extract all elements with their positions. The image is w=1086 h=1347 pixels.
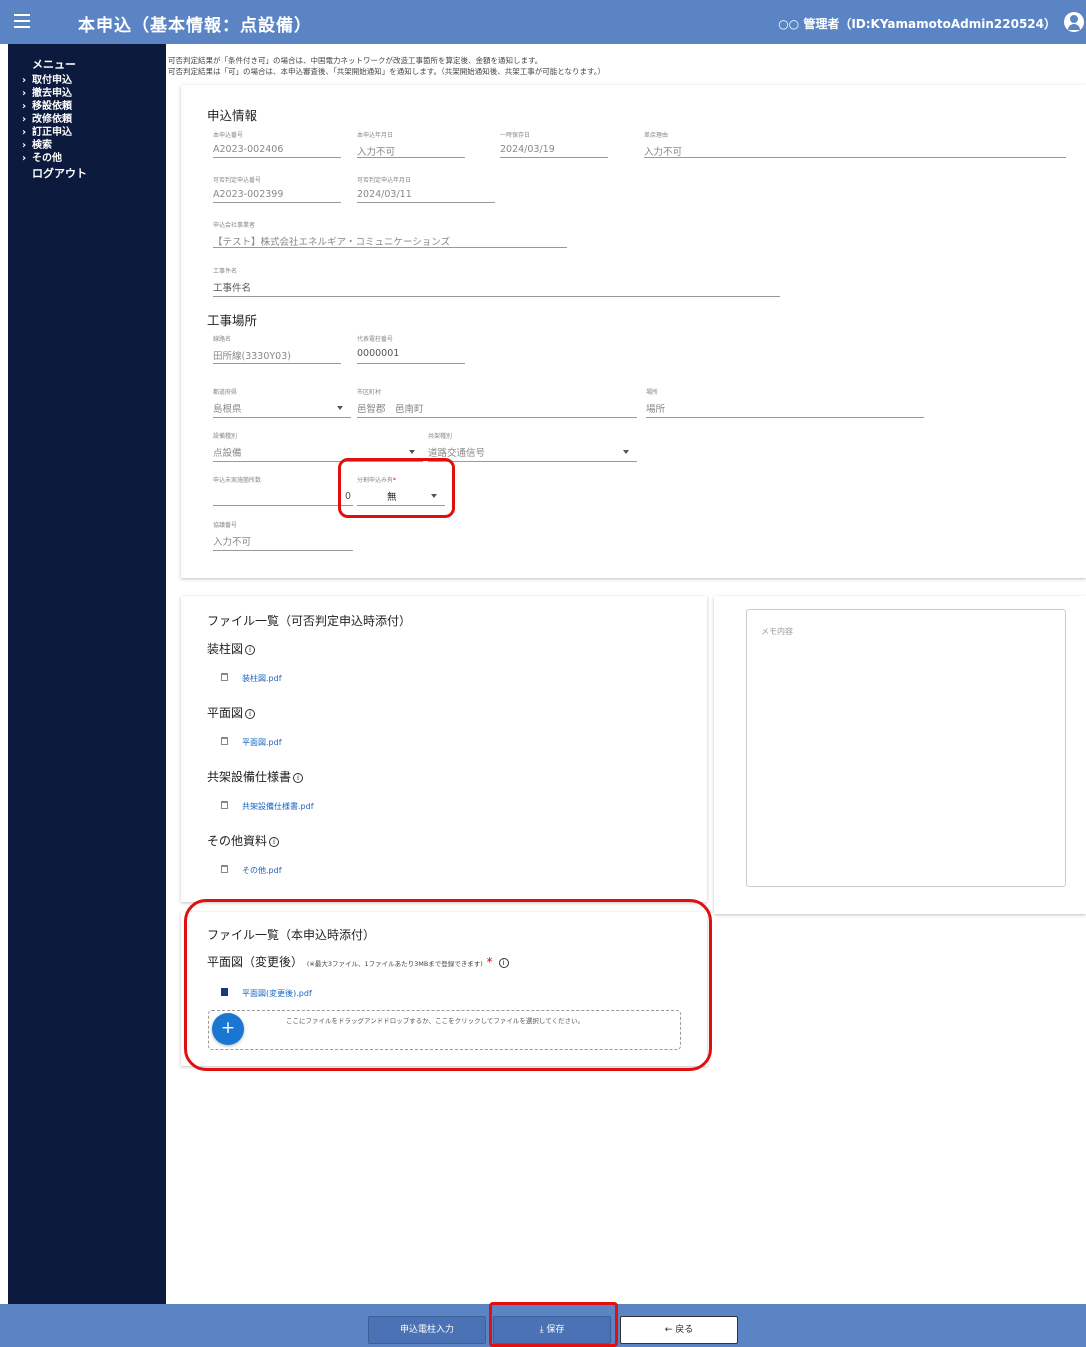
sidebar-title: メニュー xyxy=(32,58,76,71)
chevron-right-icon: › xyxy=(22,127,27,138)
app-date-field: 本申込年月日 入力不可 xyxy=(357,130,465,158)
save-button[interactable]: ⤓ 保存 xyxy=(493,1316,611,1344)
info-icon[interactable]: i xyxy=(293,772,304,783)
file-category-pole-diagram: 装柱図 i xyxy=(207,640,256,657)
files-judge-heading: ファイル一覧（可否判定申込時添付） xyxy=(207,614,412,628)
file-link-plan-changed[interactable]: 平面図(変更後).pdf xyxy=(242,988,312,999)
city-field: 市区町村 邑智郡 邑南町 xyxy=(357,387,637,418)
info-icon[interactable]: i xyxy=(245,644,256,655)
trash-icon[interactable] xyxy=(221,673,228,681)
file-category-other: その他資料 i xyxy=(207,832,280,849)
trash-icon[interactable] xyxy=(221,988,228,996)
chevron-right-icon: › xyxy=(22,140,27,151)
pole-input-button[interactable]: 申込電柱入力 xyxy=(368,1316,486,1344)
application-section-title: 申込情報 xyxy=(207,108,258,123)
sidebar-item-removal[interactable]: › 撤去申込 xyxy=(22,87,166,100)
memo-textarea[interactable]: メモ内容 xyxy=(746,609,1066,887)
location-section-title: 工事場所 xyxy=(207,313,258,328)
judge-date-field: 可否判定申込年月日 2024/03/11 xyxy=(357,175,495,203)
menu-icon[interactable] xyxy=(14,14,30,28)
place-field[interactable]: 場所 場所 xyxy=(646,387,924,418)
notice-approved: 可否判定結果は「可」の場合は、本申込審査後、「共架開始通知」を通知します。（共架… xyxy=(168,67,606,76)
trash-icon[interactable] xyxy=(221,801,228,809)
chevron-right-icon: › xyxy=(22,88,27,99)
logout-link[interactable]: ログアウト xyxy=(22,165,166,181)
sidebar-item-repair[interactable]: › 改修依頼 xyxy=(22,113,166,126)
app-number-field: 本申込番号 A2023-002406 xyxy=(213,130,341,158)
construction-name-field[interactable]: 工事件名 工事件名 xyxy=(213,266,780,297)
sidebar-item-correction[interactable]: › 訂正申込 xyxy=(22,126,166,139)
reject-reason-field: 差戻理由 入力不可 xyxy=(644,130,1066,158)
file-category-plan-changed: 平面図（変更後） (※最大3ファイル、1ファイルあたり3MBまで登録できます) … xyxy=(207,953,509,970)
file-limit-note: (※最大3ファイル、1ファイルあたり3MBまで登録できます) xyxy=(306,960,483,968)
line-name-field: 線路名 田所線(3330Y03) xyxy=(213,334,341,364)
split-apply-select[interactable]: 分割申込み有* 無 xyxy=(357,475,445,506)
chevron-right-icon: › xyxy=(22,101,27,112)
equipment-type-select[interactable]: 設備種別 点設備 xyxy=(213,431,423,462)
file-link-plan[interactable]: 平面図.pdf xyxy=(242,737,282,748)
add-file-button[interactable]: + xyxy=(212,1013,244,1045)
dropdown-arrow-icon xyxy=(337,406,343,410)
sidebar-item-relocation[interactable]: › 移設依頼 xyxy=(22,100,166,113)
info-icon[interactable]: i xyxy=(498,957,509,968)
user-info: ○○ 管理者（ID:KYamamotoAdmin220524） xyxy=(778,17,1056,31)
file-category-plan: 平面図 i xyxy=(207,704,256,721)
file-link-pole-diagram[interactable]: 装柱図.pdf xyxy=(242,673,282,684)
app-header: 本申込（基本情報：点設備） ○○ 管理者（ID:KYamamotoAdmin22… xyxy=(0,0,1086,44)
chevron-right-icon: › xyxy=(22,114,27,125)
info-icon[interactable]: i xyxy=(245,708,256,719)
dropdown-arrow-icon xyxy=(431,494,437,498)
info-icon[interactable]: i xyxy=(269,836,280,847)
file-category-spec: 共架設備仕様書 i xyxy=(207,768,304,785)
dropdown-arrow-icon xyxy=(409,450,415,454)
chevron-right-icon: › xyxy=(22,153,27,164)
footer-bar: 申込電柱入力 ⤓ 保存 ← 戻る xyxy=(0,1302,1086,1347)
sidebar-item-search[interactable]: › 検索 xyxy=(22,139,166,152)
sidebar-item-other[interactable]: › その他 xyxy=(22,152,166,165)
save-date-field: 一時保存日 2024/03/19 xyxy=(500,130,608,158)
notice-conditional: 可否判定結果が「条件付き可」の場合は、中国電力ネットワークが改造工事箇所を算定後… xyxy=(168,56,543,65)
back-button[interactable]: ← 戻る xyxy=(620,1316,738,1344)
trash-icon[interactable] xyxy=(221,737,228,745)
agreement-number-field: 協議番号 入力不可 xyxy=(213,520,353,551)
page-title: 本申込（基本情報：点設備） xyxy=(78,16,312,36)
judge-number-field: 可否判定申込番号 A2023-002399 xyxy=(213,175,341,203)
dropzone-text: ここにファイルをドラッグアンドドロップするか、ここをクリックしてファイルを選択し… xyxy=(285,1017,585,1025)
file-link-spec[interactable]: 共架設備仕様書.pdf xyxy=(242,801,314,812)
unconstructed-count-field[interactable]: 申込未実施箇所数 0 xyxy=(213,475,353,506)
applicant-field: 申込会社事業者 【テスト】株式会社エネルギア・コミュニケーションズ xyxy=(213,220,567,248)
prefecture-select[interactable]: 都道府県 島根県 xyxy=(213,387,351,418)
file-link-other[interactable]: その他.pdf xyxy=(242,865,282,876)
sidebar-item-install[interactable]: › 取付申込 xyxy=(22,74,166,87)
trash-icon[interactable] xyxy=(221,865,228,873)
arrow-left-icon: ← xyxy=(664,1325,676,1335)
account-icon[interactable] xyxy=(1064,12,1084,32)
frame-type-select[interactable]: 共架種別 道路交通信号 xyxy=(428,431,637,462)
files-judge-card xyxy=(181,596,707,902)
sidebar: メニュー › 取付申込 › 撤去申込 › 移設依頼 › 改修依頼 › 訂正申込 › 検索 ›… xyxy=(8,44,166,1304)
files-main-heading: ファイル一覧（本申込時添付） xyxy=(207,928,376,942)
chevron-right-icon: › xyxy=(22,75,27,86)
pole-number-field: 代表電柱番号 0000001 xyxy=(357,334,465,364)
dropdown-arrow-icon xyxy=(623,450,629,454)
